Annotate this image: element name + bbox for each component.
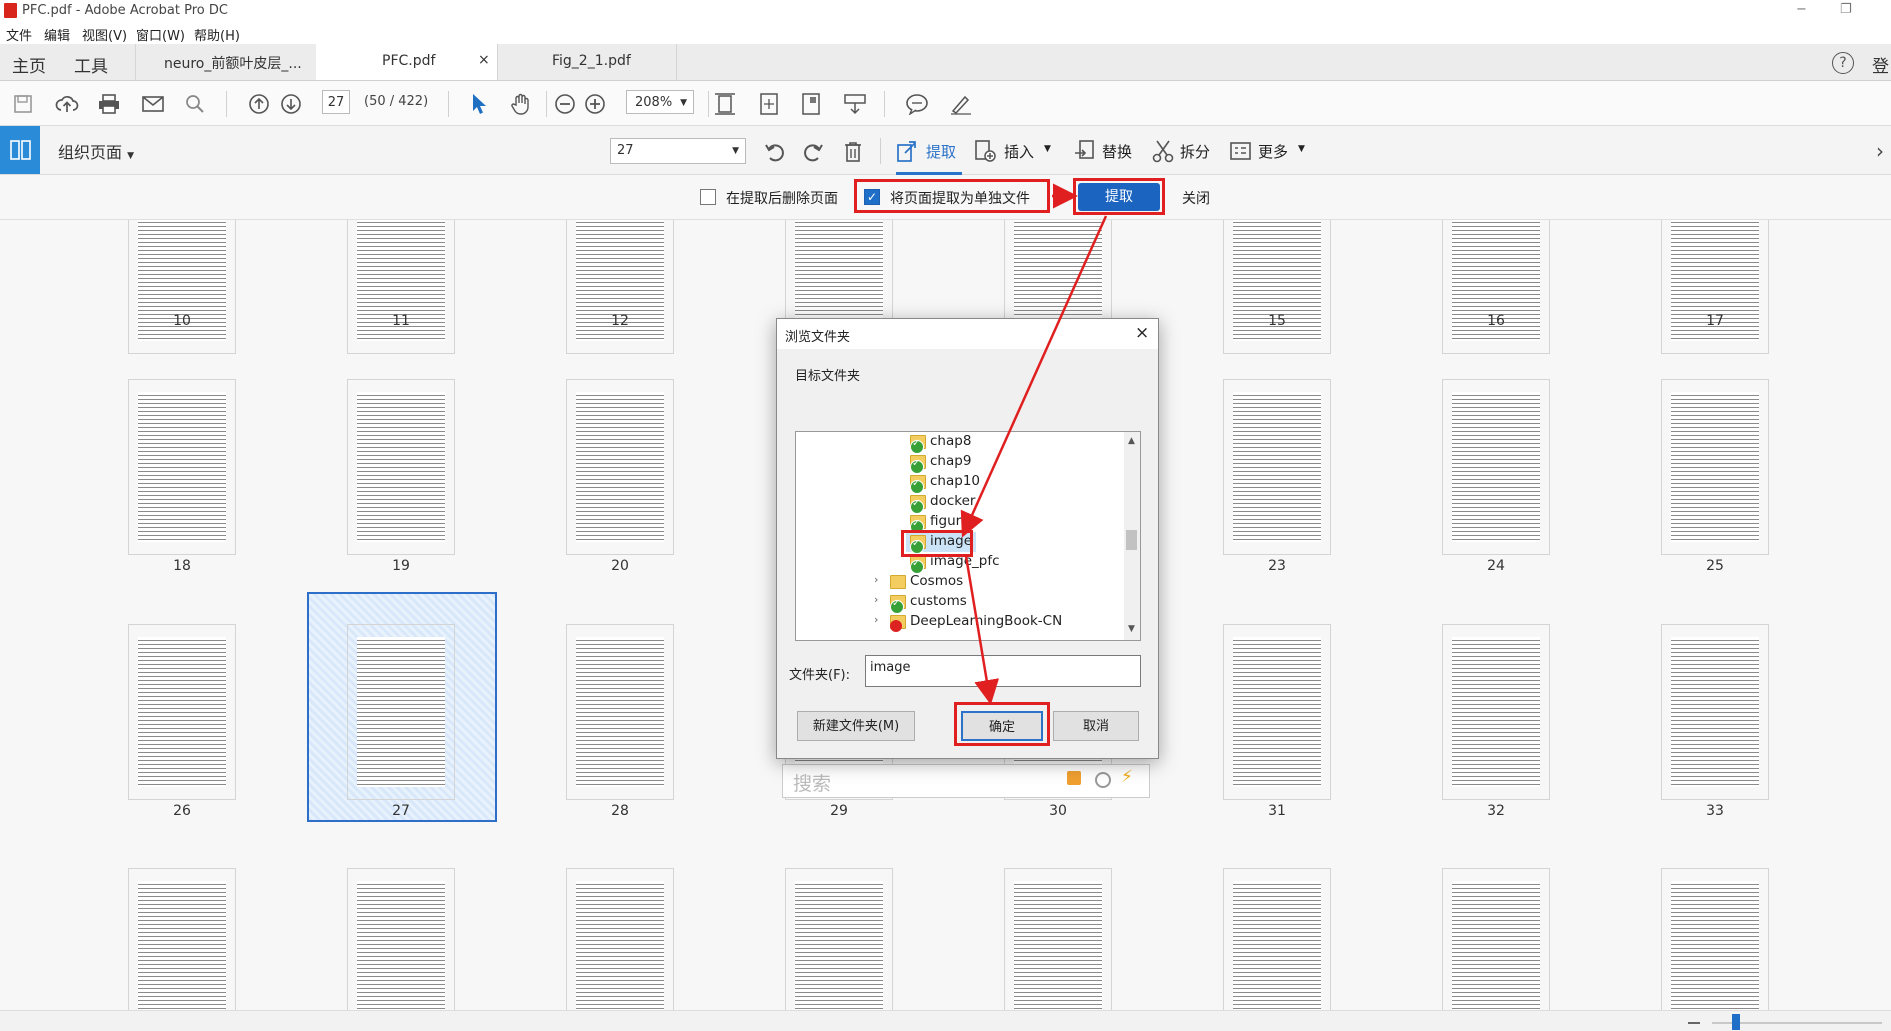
annotation-arrows [960,183,1108,705]
zoom-slider-minus-icon[interactable] [1688,1022,1700,1024]
status-bar [0,1010,1891,1031]
zoom-slider-thumb[interactable] [1732,1014,1740,1030]
